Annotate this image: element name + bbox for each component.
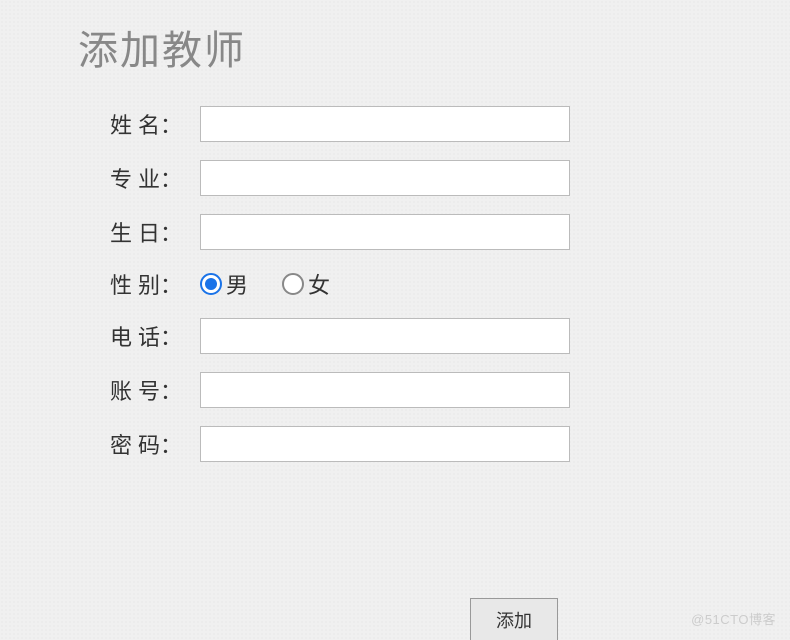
- gender-row: 性别 男 女: [110, 268, 790, 300]
- add-button[interactable]: 添加: [470, 598, 558, 640]
- gender-label: 性别: [110, 268, 200, 300]
- gender-male-radio[interactable]: 男: [200, 268, 248, 300]
- major-input[interactable]: [200, 160, 570, 196]
- account-label: 账号: [110, 374, 200, 406]
- gender-female-radio[interactable]: 女: [282, 268, 330, 300]
- phone-label: 电话: [110, 320, 200, 352]
- password-row: 密码: [110, 426, 790, 462]
- page-title: 添加教师: [78, 18, 790, 76]
- phone-input[interactable]: [200, 318, 570, 354]
- account-row: 账号: [110, 372, 790, 408]
- radio-icon: [200, 273, 222, 295]
- gender-male-label: 男: [226, 268, 248, 300]
- gender-radio-group: 男 女: [200, 268, 330, 300]
- major-row: 专业: [110, 160, 790, 196]
- birthday-row: 生日: [110, 214, 790, 250]
- add-teacher-form: 姓名 专业 生日 性别 男 女 电话 账号 密码: [110, 106, 790, 462]
- phone-row: 电话: [110, 318, 790, 354]
- name-input[interactable]: [200, 106, 570, 142]
- birthday-label: 生日: [110, 216, 200, 248]
- account-input[interactable]: [200, 372, 570, 408]
- gender-female-label: 女: [308, 268, 330, 300]
- name-row: 姓名: [110, 106, 790, 142]
- password-label: 密码: [110, 428, 200, 460]
- name-label: 姓名: [110, 108, 200, 140]
- radio-icon: [282, 273, 304, 295]
- watermark: @51CTO博客: [691, 609, 776, 628]
- submit-area: 添加: [470, 598, 558, 640]
- birthday-input[interactable]: [200, 214, 570, 250]
- password-input[interactable]: [200, 426, 570, 462]
- major-label: 专业: [110, 162, 200, 194]
